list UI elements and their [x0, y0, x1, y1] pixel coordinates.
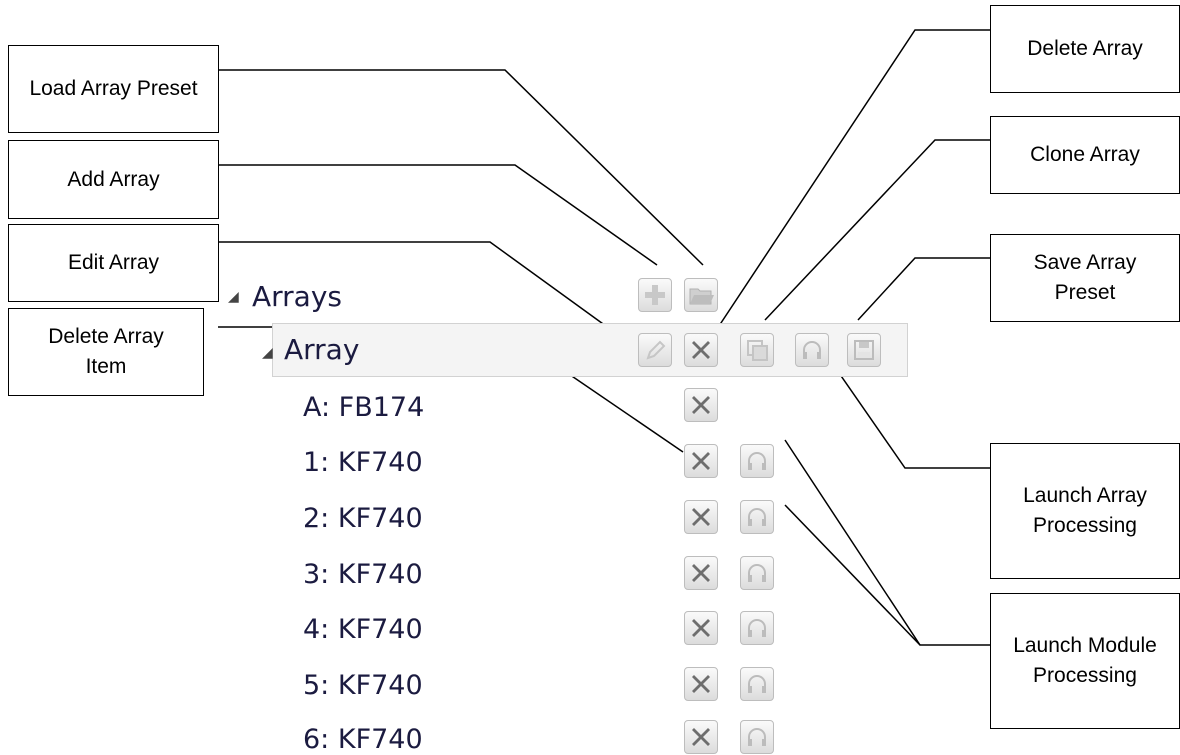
callout-label: Clone Array — [1030, 143, 1140, 166]
x-icon[interactable] — [684, 556, 718, 590]
x-icon[interactable] — [684, 720, 718, 754]
expand-arrow-icon[interactable]: ◢ — [228, 289, 239, 305]
x-icon[interactable] — [684, 333, 718, 367]
list-item[interactable]: A: FB174 — [303, 392, 424, 423]
list-item[interactable]: 1: KF740 — [303, 447, 423, 478]
headphones-icon[interactable] — [740, 500, 774, 534]
callout-clone-array: Clone Array — [990, 116, 1180, 194]
callout-delete-array: Delete Array — [990, 5, 1180, 93]
callout-add-array: Add Array — [8, 140, 219, 219]
list-item[interactable]: 5: KF740 — [303, 670, 423, 701]
tree-array-label[interactable]: Array — [284, 333, 359, 366]
callout-label: Load Array Preset — [29, 77, 198, 100]
callout-save-array-preset: Save Array Preset — [990, 234, 1180, 322]
callout-label: Delete Array — [1027, 37, 1143, 60]
x-icon[interactable] — [684, 500, 718, 534]
x-icon[interactable] — [684, 611, 718, 645]
callout-label: Save Array Preset — [1033, 251, 1137, 304]
callout-delete-array-item: Delete Array Item — [8, 308, 204, 396]
callout-label: Add Array — [67, 167, 160, 191]
callout-load-array-preset: Load Array Preset — [8, 45, 219, 133]
callout-label: Launch Module Processing — [1013, 634, 1157, 687]
plus-icon[interactable] — [638, 278, 672, 312]
headphones-icon[interactable] — [740, 556, 774, 590]
list-item[interactable]: 6: KF740 — [303, 724, 423, 755]
headphones-icon[interactable] — [740, 444, 774, 478]
expand-arrow-icon[interactable]: ◢ — [262, 345, 273, 361]
callout-edit-array: Edit Array — [8, 224, 219, 302]
callout-launch-module-processing: Launch Module Processing — [990, 593, 1180, 729]
list-item[interactable]: 4: KF740 — [303, 614, 423, 645]
callout-label: Delete Array Item — [48, 325, 164, 378]
callout-label: Edit Array — [67, 251, 160, 274]
floppy-disk-icon[interactable] — [847, 333, 881, 367]
headphones-icon[interactable] — [795, 333, 829, 367]
x-icon[interactable] — [684, 388, 718, 422]
x-icon[interactable] — [684, 444, 718, 478]
list-item[interactable]: 2: KF740 — [303, 503, 423, 534]
pencil-icon[interactable] — [638, 333, 672, 367]
clone-icon[interactable] — [740, 333, 774, 367]
headphones-icon[interactable] — [740, 667, 774, 701]
list-item[interactable]: 3: KF740 — [303, 559, 423, 590]
folder-open-icon[interactable] — [684, 278, 718, 312]
x-icon[interactable] — [684, 667, 718, 701]
tree-root-label[interactable]: Arrays — [252, 280, 342, 313]
headphones-icon[interactable] — [740, 720, 774, 754]
callout-launch-array-processing: Launch Array Processing — [990, 443, 1180, 579]
callout-label: Launch Array Processing — [1023, 484, 1147, 537]
headphones-icon[interactable] — [740, 611, 774, 645]
